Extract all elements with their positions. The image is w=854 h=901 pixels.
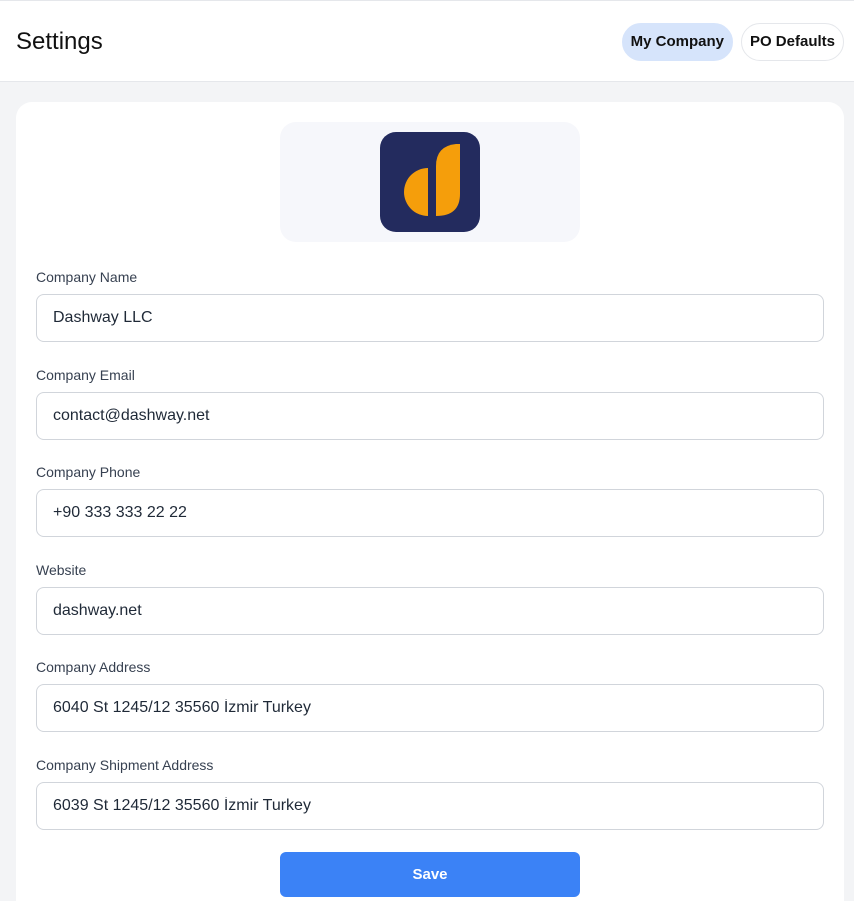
settings-header: Settings My Company PO Defaults bbox=[0, 0, 854, 82]
company-name-label: Company Name bbox=[36, 269, 138, 285]
website-group: Website bbox=[36, 561, 824, 635]
company-address-label: Company Address bbox=[36, 659, 151, 675]
company-phone-input[interactable] bbox=[36, 489, 824, 537]
company-address-input[interactable] bbox=[36, 684, 824, 732]
dashway-logo-icon bbox=[380, 132, 480, 232]
company-phone-group: Company Phone bbox=[36, 463, 824, 537]
company-email-input[interactable] bbox=[36, 392, 824, 440]
tab-po-defaults[interactable]: PO Defaults bbox=[740, 23, 844, 61]
website-label: Website bbox=[36, 562, 87, 578]
company-settings-card: Company Name Company Email Company Phone… bbox=[16, 102, 844, 901]
save-button[interactable]: Save bbox=[280, 852, 580, 897]
company-email-group: Company Email bbox=[36, 366, 824, 440]
company-address-group: Company Address bbox=[36, 658, 824, 732]
company-logo-upload[interactable] bbox=[280, 122, 580, 242]
page-title: Settings bbox=[16, 28, 103, 55]
shipment-address-input[interactable] bbox=[36, 782, 824, 830]
company-phone-label: Company Phone bbox=[36, 464, 141, 480]
tab-my-company[interactable]: My Company bbox=[621, 23, 733, 61]
shipment-address-group: Company Shipment Address bbox=[36, 756, 824, 830]
company-name-group: Company Name bbox=[36, 268, 824, 342]
shipment-address-label: Company Shipment Address bbox=[36, 757, 214, 773]
settings-tabs: My Company PO Defaults bbox=[621, 23, 844, 61]
website-input[interactable] bbox=[36, 587, 824, 635]
company-email-label: Company Email bbox=[36, 367, 135, 383]
company-name-input[interactable] bbox=[36, 294, 824, 342]
